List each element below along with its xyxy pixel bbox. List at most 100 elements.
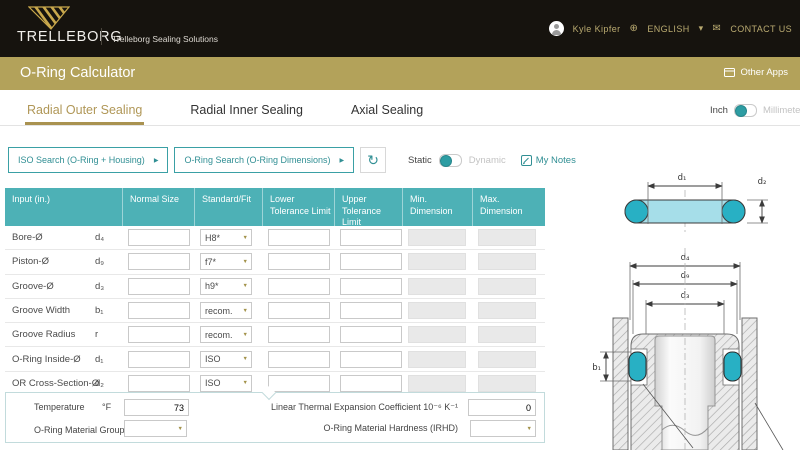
trelleborg-logo-icon: [28, 6, 70, 30]
contact-us-link[interactable]: CONTACT US: [730, 24, 792, 34]
col-upper-tolerance: Upper Tolerance Limit: [335, 188, 403, 229]
unit-inch-label[interactable]: Inch: [710, 105, 728, 116]
row-label: Groove Radius: [5, 329, 95, 340]
sealing-tabs: Radial Outer Sealing Radial Inner Sealin…: [0, 95, 800, 126]
lower-tolerance-input[interactable]: [268, 302, 330, 319]
unit-toggle-switch[interactable]: [734, 104, 757, 117]
lower-tolerance-input[interactable]: [268, 375, 330, 392]
row-symbol: d₉: [95, 256, 123, 267]
tab-radial-outer-sealing[interactable]: Radial Outer Sealing: [25, 95, 144, 125]
max-dimension-field: [478, 326, 536, 343]
iso-search-button[interactable]: ISO Search (O-Ring + Housing) ▶: [8, 147, 168, 173]
tab-axial-sealing[interactable]: Axial Sealing: [349, 95, 425, 125]
toggle-knob: [440, 155, 452, 167]
app-bar: O-Ring Calculator Other Apps: [0, 57, 800, 90]
static-dynamic-toggle[interactable]: [439, 154, 462, 167]
standard-fit-select[interactable]: h9* ▼: [200, 278, 252, 295]
other-apps-button[interactable]: Other Apps: [724, 67, 788, 78]
temperature-unit: °F: [102, 402, 111, 412]
play-icon: ▶: [339, 157, 344, 164]
user-name[interactable]: Kyle Kipfer: [573, 24, 621, 34]
normal-size-input[interactable]: [128, 375, 190, 392]
standard-fit-select[interactable]: ISO ▼: [200, 375, 252, 392]
standard-fit-value: recom.: [205, 330, 233, 340]
caret-down-icon: ▼: [243, 235, 248, 241]
standard-fit-value: h9*: [205, 281, 219, 291]
upper-tolerance-input[interactable]: [340, 351, 402, 368]
table-row: Piston-Ø d₉ f7* ▼: [5, 250, 545, 274]
upper-tolerance-input[interactable]: [340, 278, 402, 295]
standard-fit-select[interactable]: ISO ▼: [200, 351, 252, 368]
standard-fit-select[interactable]: H8* ▼: [200, 229, 252, 246]
static-label[interactable]: Static: [408, 155, 432, 166]
col-normal-size: Normal Size: [123, 188, 195, 229]
lower-tolerance-input[interactable]: [268, 253, 330, 270]
normal-size-input[interactable]: [128, 278, 190, 295]
standard-fit-value: ISO: [205, 354, 221, 364]
page-title: O-Ring Calculator: [20, 65, 135, 81]
groove-section-view: d₄ d₉ d₃ b₁: [592, 248, 783, 450]
user-avatar-icon: [549, 21, 564, 36]
reset-button[interactable]: ↻: [360, 147, 386, 173]
lower-tolerance-input[interactable]: [268, 278, 330, 295]
material-group-label: O-Ring Material Groupⓘ: [34, 423, 137, 436]
material-hardness-select[interactable]: ▼: [470, 420, 536, 437]
normal-size-input[interactable]: [128, 229, 190, 246]
toggle-knob: [735, 105, 747, 117]
upper-tolerance-input[interactable]: [340, 302, 402, 319]
row-label: OR Cross-Section-Ø: [5, 378, 95, 389]
normal-size-input[interactable]: [128, 326, 190, 343]
dimensions-table: Input (in.) Normal Size Standard/Fit Low…: [5, 188, 545, 396]
caret-down-icon: ▼: [243, 356, 248, 362]
min-dimension-field: [408, 351, 466, 368]
row-symbol: d₁: [95, 354, 123, 365]
brand-name: TRELLEBORG: [17, 29, 123, 45]
caret-down-icon: ▼: [243, 308, 248, 314]
material-group-text: O-Ring Material Group: [34, 425, 125, 435]
upper-tolerance-input[interactable]: [340, 229, 402, 246]
chevron-down-icon[interactable]: ▾: [699, 23, 704, 34]
iso-search-label: ISO Search (O-Ring + Housing): [18, 155, 145, 165]
table-header: Input (in.) Normal Size Standard/Fit Low…: [5, 188, 545, 226]
language-selector[interactable]: ENGLISH: [647, 24, 689, 34]
dim-label-b1: b₁: [592, 363, 601, 373]
standard-fit-select[interactable]: recom. ▼: [200, 302, 252, 319]
row-label: O-Ring Inside-Ø: [5, 354, 95, 365]
lower-tolerance-input[interactable]: [268, 229, 330, 246]
mode-toggle-group: Static Dynamic My Notes: [408, 147, 576, 173]
upper-tolerance-input[interactable]: [340, 375, 402, 392]
standard-fit-select[interactable]: f7* ▼: [200, 253, 252, 270]
table-row: Groove Width b₁ recom. ▼: [5, 299, 545, 323]
col-input: Input (in.): [5, 188, 123, 229]
table-row: Bore-Ø d₄ H8* ▼: [5, 226, 545, 250]
normal-size-input[interactable]: [128, 302, 190, 319]
unit-millimeter-label[interactable]: Millimeter: [763, 105, 800, 116]
dynamic-label[interactable]: Dynamic: [469, 155, 506, 166]
brand-tagline: Trelleborg Sealing Solutions: [112, 34, 218, 44]
col-max-dimension: Max. Dimension: [473, 188, 545, 229]
min-dimension-field: [408, 229, 466, 246]
row-label: Piston-Ø: [5, 256, 95, 267]
row-symbol: d₄: [95, 232, 123, 243]
globe-icon: ⊕: [630, 23, 639, 34]
tab-radial-inner-sealing[interactable]: Radial Inner Sealing: [188, 95, 305, 125]
material-group-select[interactable]: ▼: [124, 420, 187, 437]
lower-tolerance-input[interactable]: [268, 326, 330, 343]
standard-fit-select[interactable]: recom. ▼: [200, 326, 252, 343]
normal-size-input[interactable]: [128, 253, 190, 270]
standard-fit-value: f7*: [205, 257, 216, 267]
oring-left: [629, 352, 646, 381]
lower-tolerance-input[interactable]: [268, 351, 330, 368]
row-symbol: d₃: [95, 281, 123, 292]
max-dimension-field: [478, 351, 536, 368]
temperature-input[interactable]: [124, 399, 189, 416]
expansion-coefficient-input[interactable]: [468, 399, 536, 416]
caret-down-icon: ▼: [243, 259, 248, 265]
search-toolbar: ISO Search (O-Ring + Housing) ▶ O-Ring S…: [8, 147, 386, 173]
oring-search-label: O-Ring Search (O-Ring Dimensions): [184, 155, 330, 165]
row-symbol: d₂: [95, 378, 123, 389]
upper-tolerance-input[interactable]: [340, 326, 402, 343]
oring-search-button[interactable]: O-Ring Search (O-Ring Dimensions) ▶: [174, 147, 354, 173]
normal-size-input[interactable]: [128, 351, 190, 368]
upper-tolerance-input[interactable]: [340, 253, 402, 270]
